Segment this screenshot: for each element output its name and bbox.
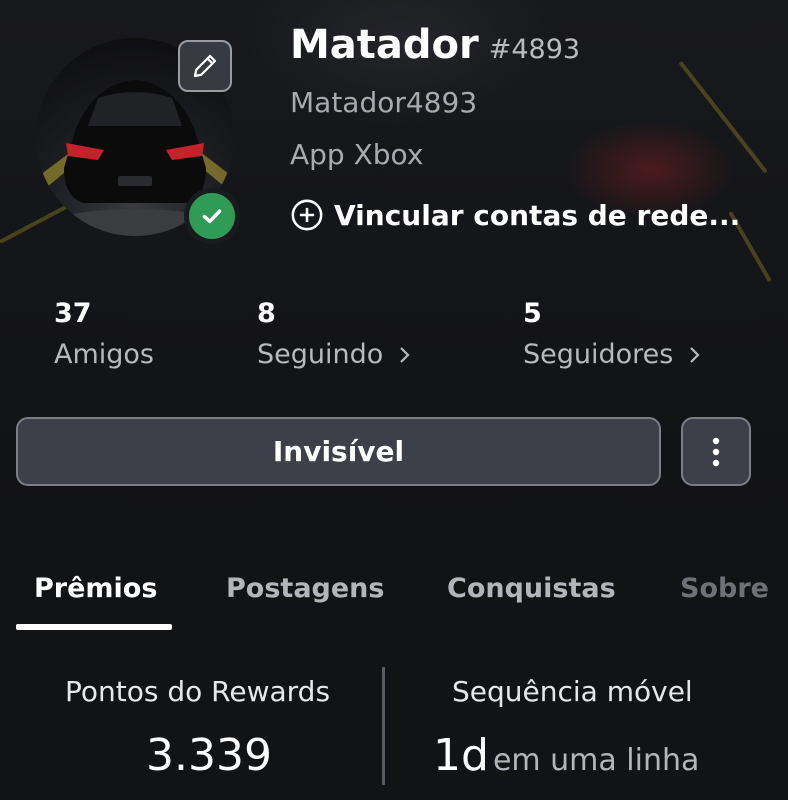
presence-status-button[interactable]: Invisível: [16, 417, 661, 486]
active-tab-indicator: [16, 624, 172, 630]
link-social-accounts-label: Vincular contas de rede...: [334, 198, 741, 232]
stat-followers[interactable]: 5 Seguidores: [523, 298, 705, 370]
edit-avatar-button[interactable]: [178, 40, 232, 92]
streak-title: Sequência móvel: [452, 675, 693, 708]
more-options-button[interactable]: [681, 417, 751, 486]
stat-following-label: Seguindo: [257, 339, 384, 370]
stat-following-value: 8: [257, 298, 276, 329]
gamertag: Matador4893: [290, 86, 478, 119]
stat-friends-label: Amigos: [54, 339, 154, 370]
stat-followers-label: Seguidores: [523, 339, 674, 370]
streak-value-row: 1d em uma linha: [433, 730, 699, 781]
tab-premios[interactable]: Prêmios: [34, 573, 157, 604]
background-road-line: [678, 60, 768, 174]
streak-suffix: em uma linha: [492, 743, 700, 778]
tab-sobre[interactable]: Sobre: [680, 573, 769, 604]
presence-status-badge: [184, 188, 240, 244]
rewards-points-value: 3.339: [146, 730, 272, 781]
chevron-right-icon: [400, 346, 410, 363]
profile-tabs-section: Prêmios Postagens Conquistas Sobre Ponto…: [0, 535, 788, 800]
profile-name-row: Matador #4893: [290, 22, 580, 68]
link-social-accounts-button[interactable]: Vincular contas de rede...: [290, 198, 740, 232]
presence-status-label: Invisível: [272, 435, 405, 468]
avatar-container: [36, 38, 240, 244]
app-source: App Xbox: [290, 138, 424, 171]
stat-following[interactable]: 8 Seguindo: [257, 298, 415, 370]
check-circle-icon: [202, 209, 222, 224]
chevron-right-icon: [690, 346, 700, 363]
profile-tag: #4893: [488, 34, 581, 65]
column-divider: [382, 667, 385, 785]
more-vertical-icon: [712, 437, 720, 466]
stat-friends[interactable]: 37 Amigos: [54, 298, 154, 370]
stat-friends-value: 37: [54, 298, 92, 329]
streak-value: 1d: [433, 730, 489, 781]
profile-name: Matador: [290, 22, 479, 68]
rewards-points-title: Pontos do Rewards: [65, 675, 331, 708]
tab-postagens[interactable]: Postagens: [226, 573, 384, 604]
plus-circle-icon: [291, 199, 323, 231]
stat-followers-value: 5: [523, 298, 542, 329]
pencil-icon: [193, 54, 217, 78]
tab-conquistas[interactable]: Conquistas: [447, 573, 616, 604]
